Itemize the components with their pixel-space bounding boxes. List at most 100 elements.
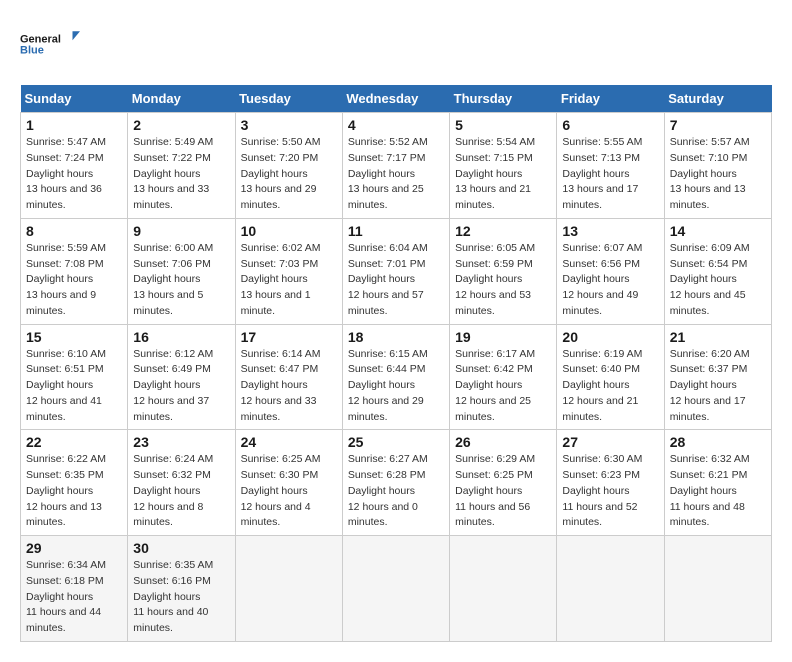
day-number: 17	[241, 329, 337, 345]
calendar-day-cell: 27 Sunrise: 6:30 AM Sunset: 6:23 PM Dayl…	[557, 430, 664, 536]
calendar-day-cell: 5 Sunrise: 5:54 AM Sunset: 7:15 PM Dayli…	[450, 113, 557, 219]
day-number: 21	[670, 329, 766, 345]
day-number: 3	[241, 117, 337, 133]
svg-text:General: General	[20, 33, 61, 45]
day-number: 8	[26, 223, 122, 239]
day-number: 5	[455, 117, 551, 133]
day-number: 29	[26, 540, 122, 556]
day-number: 7	[670, 117, 766, 133]
day-info: Sunrise: 5:47 AM Sunset: 7:24 PM Dayligh…	[26, 135, 122, 214]
calendar-day-cell: 6 Sunrise: 5:55 AM Sunset: 7:13 PM Dayli…	[557, 113, 664, 219]
weekday-header-thursday: Thursday	[450, 85, 557, 113]
calendar-day-cell: 14 Sunrise: 6:09 AM Sunset: 6:54 PM Dayl…	[664, 218, 771, 324]
calendar-day-cell: 15 Sunrise: 6:10 AM Sunset: 6:51 PM Dayl…	[21, 324, 128, 430]
calendar-day-cell: 28 Sunrise: 6:32 AM Sunset: 6:21 PM Dayl…	[664, 430, 771, 536]
calendar-day-cell: 13 Sunrise: 6:07 AM Sunset: 6:56 PM Dayl…	[557, 218, 664, 324]
weekday-header-saturday: Saturday	[664, 85, 771, 113]
day-info: Sunrise: 5:49 AM Sunset: 7:22 PM Dayligh…	[133, 135, 229, 214]
calendar-day-cell: 1 Sunrise: 5:47 AM Sunset: 7:24 PM Dayli…	[21, 113, 128, 219]
day-info: Sunrise: 6:34 AM Sunset: 6:18 PM Dayligh…	[26, 558, 122, 637]
day-info: Sunrise: 5:52 AM Sunset: 7:17 PM Dayligh…	[348, 135, 444, 214]
day-number: 28	[670, 434, 766, 450]
day-number: 9	[133, 223, 229, 239]
day-info: Sunrise: 6:17 AM Sunset: 6:42 PM Dayligh…	[455, 347, 551, 426]
day-number: 13	[562, 223, 658, 239]
day-number: 4	[348, 117, 444, 133]
svg-text:Blue: Blue	[20, 44, 44, 56]
calendar-day-cell	[235, 536, 342, 642]
day-number: 19	[455, 329, 551, 345]
day-number: 26	[455, 434, 551, 450]
day-info: Sunrise: 5:54 AM Sunset: 7:15 PM Dayligh…	[455, 135, 551, 214]
calendar-day-cell: 18 Sunrise: 6:15 AM Sunset: 6:44 PM Dayl…	[342, 324, 449, 430]
day-number: 24	[241, 434, 337, 450]
calendar-day-cell: 4 Sunrise: 5:52 AM Sunset: 7:17 PM Dayli…	[342, 113, 449, 219]
calendar-day-cell: 17 Sunrise: 6:14 AM Sunset: 6:47 PM Dayl…	[235, 324, 342, 430]
day-number: 11	[348, 223, 444, 239]
day-info: Sunrise: 6:30 AM Sunset: 6:23 PM Dayligh…	[562, 452, 658, 531]
day-info: Sunrise: 5:57 AM Sunset: 7:10 PM Dayligh…	[670, 135, 766, 214]
calendar-day-cell: 7 Sunrise: 5:57 AM Sunset: 7:10 PM Dayli…	[664, 113, 771, 219]
calendar-day-cell: 2 Sunrise: 5:49 AM Sunset: 7:22 PM Dayli…	[128, 113, 235, 219]
day-number: 20	[562, 329, 658, 345]
day-info: Sunrise: 6:20 AM Sunset: 6:37 PM Dayligh…	[670, 347, 766, 426]
day-number: 6	[562, 117, 658, 133]
day-number: 25	[348, 434, 444, 450]
calendar-day-cell: 22 Sunrise: 6:22 AM Sunset: 6:35 PM Dayl…	[21, 430, 128, 536]
day-info: Sunrise: 6:00 AM Sunset: 7:06 PM Dayligh…	[133, 241, 229, 320]
calendar-day-cell	[664, 536, 771, 642]
calendar-week-row: 29 Sunrise: 6:34 AM Sunset: 6:18 PM Dayl…	[21, 536, 772, 642]
day-info: Sunrise: 6:09 AM Sunset: 6:54 PM Dayligh…	[670, 241, 766, 320]
day-info: Sunrise: 5:50 AM Sunset: 7:20 PM Dayligh…	[241, 135, 337, 214]
weekday-header-tuesday: Tuesday	[235, 85, 342, 113]
logo-svg: General Blue	[20, 20, 80, 70]
calendar-day-cell	[557, 536, 664, 642]
weekday-header-monday: Monday	[128, 85, 235, 113]
day-info: Sunrise: 5:55 AM Sunset: 7:13 PM Dayligh…	[562, 135, 658, 214]
day-number: 2	[133, 117, 229, 133]
calendar-day-cell: 24 Sunrise: 6:25 AM Sunset: 6:30 PM Dayl…	[235, 430, 342, 536]
day-number: 14	[670, 223, 766, 239]
calendar-day-cell: 11 Sunrise: 6:04 AM Sunset: 7:01 PM Dayl…	[342, 218, 449, 324]
day-number: 23	[133, 434, 229, 450]
day-number: 15	[26, 329, 122, 345]
calendar-week-row: 15 Sunrise: 6:10 AM Sunset: 6:51 PM Dayl…	[21, 324, 772, 430]
day-info: Sunrise: 6:10 AM Sunset: 6:51 PM Dayligh…	[26, 347, 122, 426]
weekday-header-sunday: Sunday	[21, 85, 128, 113]
day-info: Sunrise: 6:19 AM Sunset: 6:40 PM Dayligh…	[562, 347, 658, 426]
calendar-day-cell: 10 Sunrise: 6:02 AM Sunset: 7:03 PM Dayl…	[235, 218, 342, 324]
day-info: Sunrise: 6:24 AM Sunset: 6:32 PM Dayligh…	[133, 452, 229, 531]
calendar-day-cell: 8 Sunrise: 5:59 AM Sunset: 7:08 PM Dayli…	[21, 218, 128, 324]
day-number: 22	[26, 434, 122, 450]
day-info: Sunrise: 6:14 AM Sunset: 6:47 PM Dayligh…	[241, 347, 337, 426]
day-number: 30	[133, 540, 229, 556]
day-info: Sunrise: 6:05 AM Sunset: 6:59 PM Dayligh…	[455, 241, 551, 320]
calendar-day-cell: 19 Sunrise: 6:17 AM Sunset: 6:42 PM Dayl…	[450, 324, 557, 430]
day-info: Sunrise: 6:27 AM Sunset: 6:28 PM Dayligh…	[348, 452, 444, 531]
calendar-table: SundayMondayTuesdayWednesdayThursdayFrid…	[20, 85, 772, 642]
calendar-day-cell: 30 Sunrise: 6:35 AM Sunset: 6:16 PM Dayl…	[128, 536, 235, 642]
calendar-day-cell: 9 Sunrise: 6:00 AM Sunset: 7:06 PM Dayli…	[128, 218, 235, 324]
calendar-day-cell: 26 Sunrise: 6:29 AM Sunset: 6:25 PM Dayl…	[450, 430, 557, 536]
calendar-day-cell: 16 Sunrise: 6:12 AM Sunset: 6:49 PM Dayl…	[128, 324, 235, 430]
page-header: General Blue	[20, 20, 772, 70]
calendar-day-cell: 20 Sunrise: 6:19 AM Sunset: 6:40 PM Dayl…	[557, 324, 664, 430]
day-info: Sunrise: 6:07 AM Sunset: 6:56 PM Dayligh…	[562, 241, 658, 320]
calendar-week-row: 1 Sunrise: 5:47 AM Sunset: 7:24 PM Dayli…	[21, 113, 772, 219]
calendar-week-row: 8 Sunrise: 5:59 AM Sunset: 7:08 PM Dayli…	[21, 218, 772, 324]
calendar-day-cell: 25 Sunrise: 6:27 AM Sunset: 6:28 PM Dayl…	[342, 430, 449, 536]
day-info: Sunrise: 6:12 AM Sunset: 6:49 PM Dayligh…	[133, 347, 229, 426]
day-number: 12	[455, 223, 551, 239]
weekday-header-friday: Friday	[557, 85, 664, 113]
weekday-header-wednesday: Wednesday	[342, 85, 449, 113]
day-info: Sunrise: 5:59 AM Sunset: 7:08 PM Dayligh…	[26, 241, 122, 320]
calendar-day-cell: 21 Sunrise: 6:20 AM Sunset: 6:37 PM Dayl…	[664, 324, 771, 430]
day-info: Sunrise: 6:02 AM Sunset: 7:03 PM Dayligh…	[241, 241, 337, 320]
day-number: 1	[26, 117, 122, 133]
calendar-day-cell: 3 Sunrise: 5:50 AM Sunset: 7:20 PM Dayli…	[235, 113, 342, 219]
day-info: Sunrise: 6:29 AM Sunset: 6:25 PM Dayligh…	[455, 452, 551, 531]
calendar-day-cell	[450, 536, 557, 642]
weekday-header-row: SundayMondayTuesdayWednesdayThursdayFrid…	[21, 85, 772, 113]
calendar-day-cell	[342, 536, 449, 642]
day-info: Sunrise: 6:35 AM Sunset: 6:16 PM Dayligh…	[133, 558, 229, 637]
